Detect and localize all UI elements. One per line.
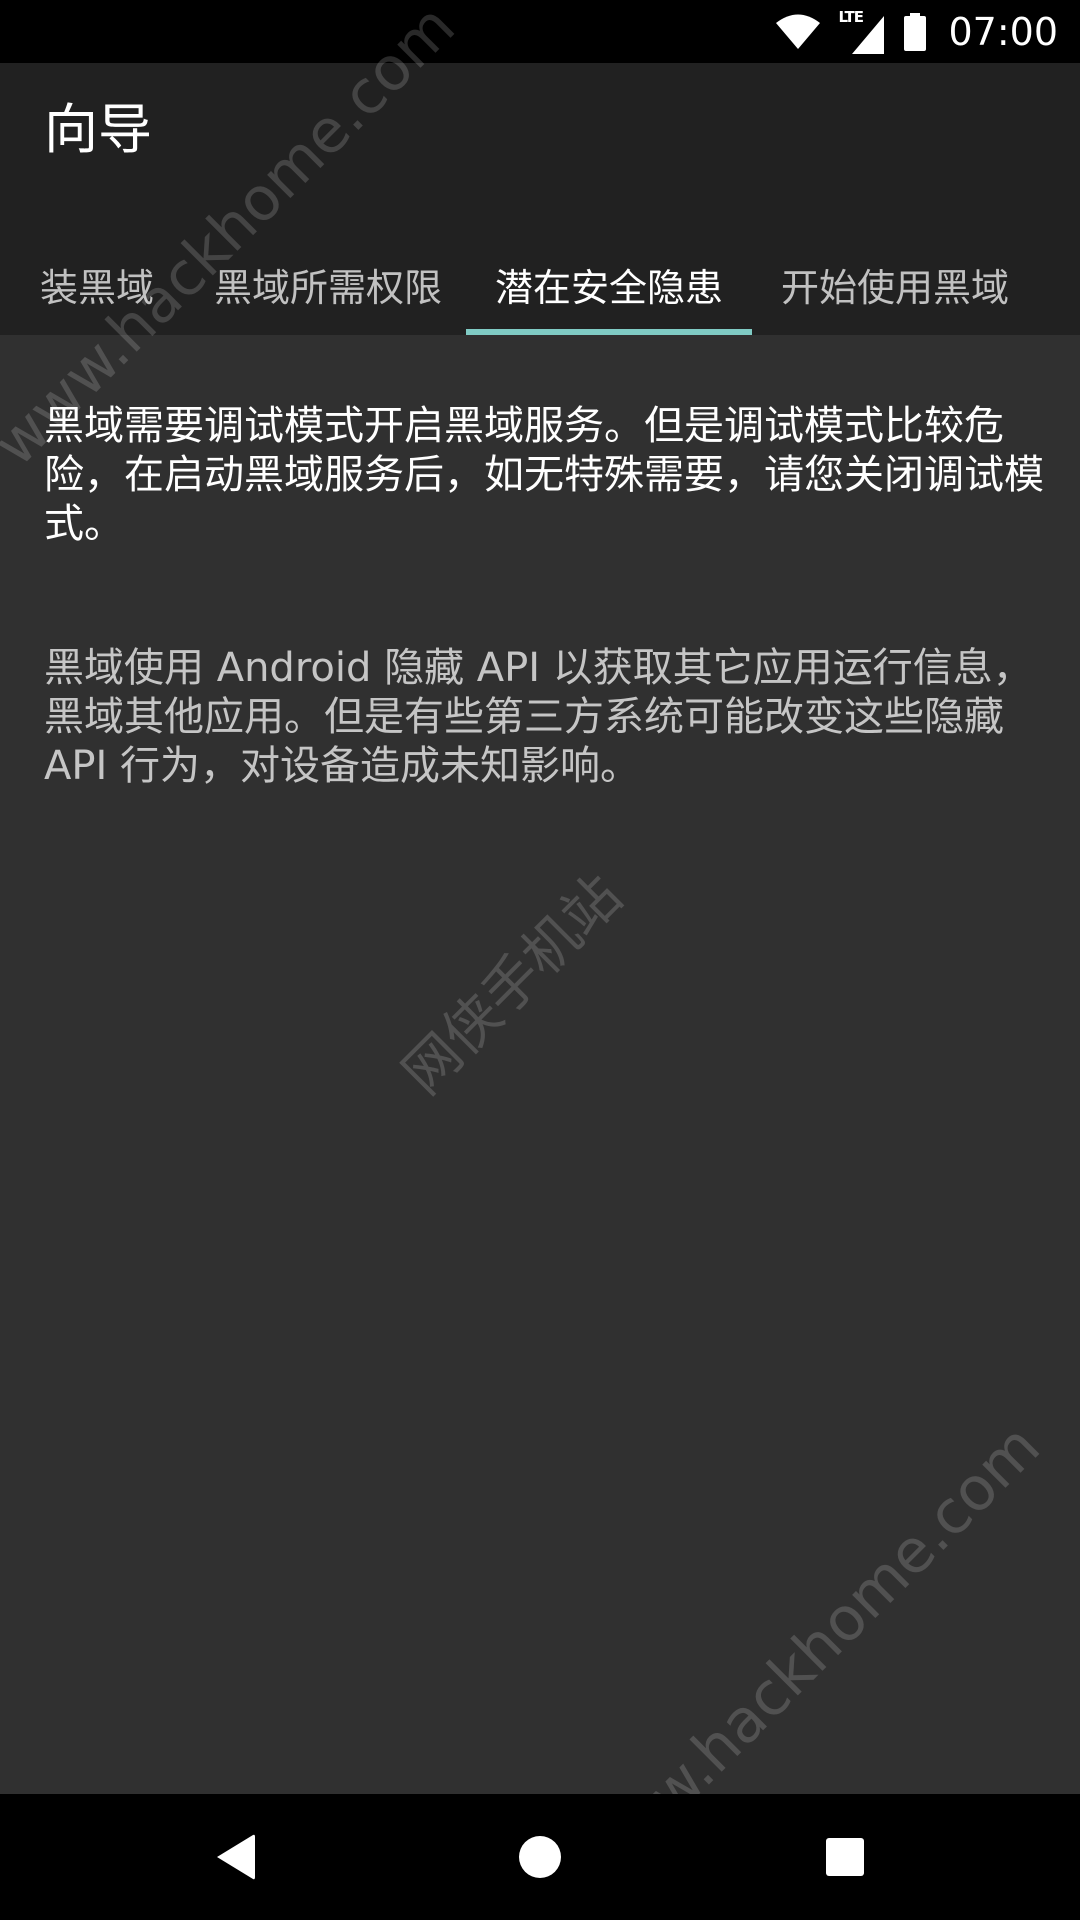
page-title: 向导 (44, 98, 152, 161)
watermark-site-name: 网侠手机站 (390, 863, 635, 1108)
wifi-icon (776, 14, 821, 49)
tab-label: 装黑域 (40, 265, 155, 310)
paragraph-debug-mode: 黑域需要调试模式开启黑域服务。但是调试模式比较危险，在启动黑域服务后，如无特殊需… (44, 403, 1044, 547)
back-button[interactable] (165, 1794, 305, 1920)
content: 黑域需要调试模式开启黑域服务。但是调试模式比较危险，在启动黑域服务后，如无特殊需… (44, 402, 1044, 791)
tab-label: 开始使用黑域 (780, 265, 1009, 310)
app-bar: 向导 装黑域 黑域所需权限 潜在安全隐患 开始使用黑域 (0, 63, 1080, 335)
nav-bar (0, 1794, 1080, 1920)
status-icons: LTE 07:00 (776, 0, 1058, 63)
home-button[interactable] (470, 1794, 610, 1920)
status-time: 07:00 (948, 9, 1058, 54)
tab-get-started[interactable]: 开始使用黑域 (752, 233, 1038, 335)
lte-signal-icon: LTE (838, 8, 886, 54)
recents-button[interactable] (775, 1794, 915, 1920)
back-icon (217, 1834, 255, 1880)
tab-bar: 装黑域 黑域所需权限 潜在安全隐患 开始使用黑域 (0, 233, 1080, 335)
tab-install[interactable]: 装黑域 (0, 233, 190, 335)
tab-permissions[interactable]: 黑域所需权限 (190, 233, 466, 335)
battery-icon (904, 12, 927, 51)
tab-security-risks[interactable]: 潜在安全隐患 (466, 233, 752, 335)
recents-icon (826, 1838, 864, 1876)
tab-label: 黑域所需权限 (213, 265, 442, 310)
tab-label: 潜在安全隐患 (494, 265, 723, 310)
home-icon (519, 1836, 561, 1878)
screen: LTE 07:00 向导 装黑域 黑域所需权限 潜在安全隐患 开始使用黑域 黑域… (0, 0, 1080, 1920)
paragraph-hidden-api: 黑域使用 Android 隐藏 API 以获取其它应用运行信息，黑域其他应用。但… (44, 645, 1033, 789)
status-bar: LTE 07:00 (0, 0, 1080, 63)
tab-indicator (466, 329, 752, 335)
